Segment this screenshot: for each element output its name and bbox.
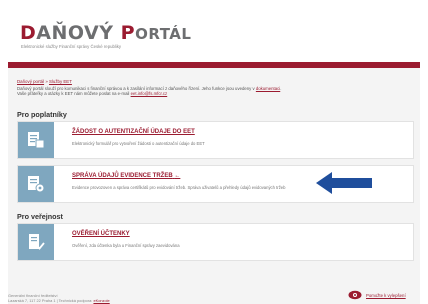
site-logo[interactable]: DAŇOVÝ PORTÁL bbox=[20, 22, 191, 44]
card-title-sprava[interactable]: SPRÁVA ÚDAJŮ EVIDENCE TRŽEB ← bbox=[72, 173, 180, 179]
header-accent-bar bbox=[8, 62, 420, 68]
card-desc-overeni: Ověření, zda účtenka byla u Finanční spr… bbox=[72, 243, 180, 248]
footer-address-text: Lazarská 7, 117 22 Praha 1 | Technická p… bbox=[8, 297, 93, 303]
card-desc-sprava: Evidence provozoven a správa certifikátů… bbox=[72, 185, 286, 190]
feedback-link[interactable]: Pomožte k vylepšení bbox=[366, 293, 406, 298]
logo-main: AŇOVÝ bbox=[36, 22, 114, 44]
card-desc-zadost: Elektronický formulář pro vytvoření žádo… bbox=[72, 141, 205, 146]
card-title-overeni[interactable]: OVĚŘENÍ ÚČTENKY bbox=[72, 231, 130, 237]
intro-line2: Vaše přáteľky a otázky k EET nám můžete … bbox=[17, 91, 130, 97]
card-zadost[interactable]: ŽÁDOST O AUTENTIZAČNÍ ÚDAJE DO EET Elekt… bbox=[17, 121, 414, 159]
page: DAŇOVÝ PORTÁL Elektronické služby Finanč… bbox=[8, 0, 420, 304]
footer-address: Lazarská 7, 117 22 Praha 1 | Technická p… bbox=[8, 297, 110, 304]
email-link[interactable]: eet.info@fs.mfcr.cz bbox=[131, 91, 168, 96]
section-heading-verejnost: Pro veřejnost bbox=[17, 212, 63, 221]
logo-rest: ORTÁL bbox=[135, 25, 192, 43]
intro-text: Daňový portál slouží pro komunikaci s fi… bbox=[17, 86, 282, 97]
receipt-check-icon bbox=[18, 224, 54, 260]
site-tagline: Elektronické služby Finanční správy Česk… bbox=[21, 44, 122, 49]
section-heading-poplatnik: Pro poplatníky bbox=[17, 110, 67, 119]
annotation-arrow-icon bbox=[316, 172, 372, 194]
documentation-link[interactable]: dokumentaci bbox=[256, 86, 280, 91]
document-form-icon bbox=[18, 122, 54, 158]
breadcrumb-home-link[interactable]: Daňový portál bbox=[17, 79, 44, 84]
site-header: DAŇOVÝ PORTÁL Elektronické služby Finanč… bbox=[8, 0, 420, 62]
logo-letter-p: P bbox=[120, 22, 136, 44]
breadcrumb-eet-link[interactable]: Služby EET bbox=[49, 79, 72, 84]
site-footer: Generální finanční ředitelství Lazarská … bbox=[8, 293, 110, 304]
card-title-zadost[interactable]: ŽÁDOST O AUTENTIZAČNÍ ÚDAJE DO EET bbox=[72, 129, 195, 135]
pointer-arrow-icon: ← bbox=[174, 173, 181, 179]
footer-support-link[interactable]: eKonzole bbox=[93, 298, 109, 303]
breadcrumb: Daňový portál » Služby EET bbox=[17, 79, 72, 84]
card-title-sprava-text: SPRÁVA ÚDAJŮ EVIDENCE TRŽEB bbox=[72, 173, 173, 179]
card-overeni[interactable]: OVĚŘENÍ ÚČTENKY Ověření, zda účtenka byl… bbox=[17, 223, 414, 261]
document-settings-icon bbox=[18, 166, 54, 202]
eye-icon bbox=[348, 290, 362, 300]
logo-letter-d: D bbox=[20, 22, 37, 44]
